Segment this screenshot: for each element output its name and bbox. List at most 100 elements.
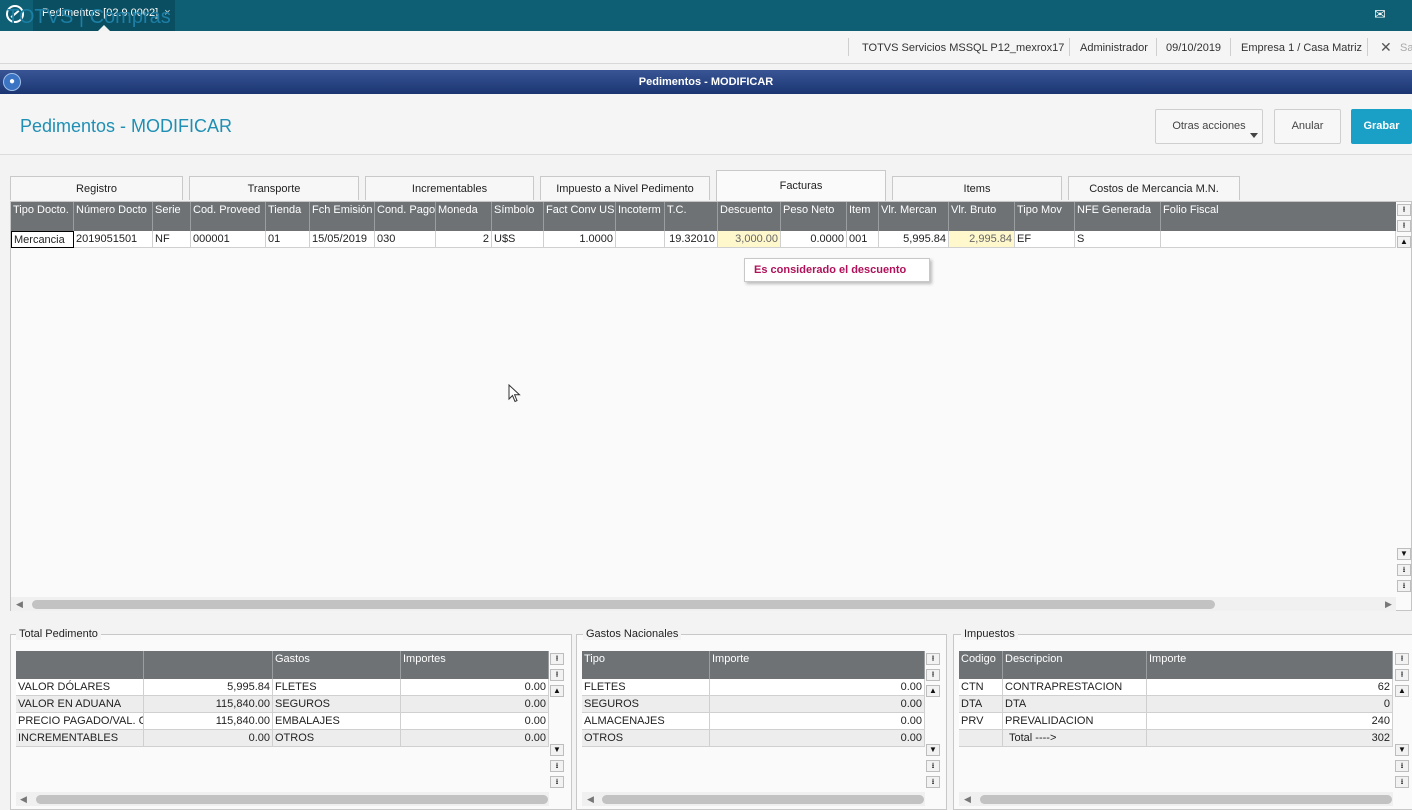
col-numero-docto[interactable]: Número Docto xyxy=(74,202,153,231)
tp-cell[interactable]: 0.00 xyxy=(401,696,549,713)
gn-cell[interactable]: OTROS xyxy=(582,730,710,747)
cell-folio-fiscal[interactable] xyxy=(1161,231,1396,248)
tp-cell[interactable]: 0.00 xyxy=(401,679,549,696)
col-peso-neto[interactable]: Peso Neto xyxy=(781,202,847,231)
gn-scroll-page-down-button[interactable]: ⭳ xyxy=(926,760,940,772)
cell-numero-docto[interactable]: 2019051501 xyxy=(74,231,153,248)
col-tipo-mov[interactable]: Tipo Mov xyxy=(1015,202,1075,231)
cell-incoterm[interactable] xyxy=(616,231,665,248)
cell-cod-proveed[interactable]: 000001 xyxy=(191,231,266,248)
scroll-page-down-button[interactable]: ⭳ xyxy=(1397,564,1411,576)
imp-cell[interactable] xyxy=(959,730,1003,747)
cell-serie[interactable]: NF xyxy=(153,231,191,248)
tp-scroll-left-icon[interactable]: ◀ xyxy=(20,794,27,805)
tp-cell[interactable]: EMBALAJES xyxy=(273,713,401,730)
gn-scroll-down-button[interactable]: ▼ xyxy=(926,744,940,756)
window-menu-icon[interactable]: ● xyxy=(3,73,21,91)
tp-cell[interactable]: OTROS xyxy=(273,730,401,747)
imp-scroll-left-icon[interactable]: ◀ xyxy=(964,794,971,805)
col-cod-proveed[interactable]: Cod. Proveed xyxy=(191,202,266,231)
grid-scroll-thumb[interactable] xyxy=(32,600,1215,609)
col-serie[interactable]: Serie xyxy=(153,202,191,231)
imp-scroll-up-button[interactable]: ▲ xyxy=(1395,685,1409,697)
tp-scroll-up-button[interactable]: ▲ xyxy=(550,685,564,697)
scroll-left-icon[interactable]: ◀ xyxy=(16,599,23,610)
grabar-button[interactable]: Grabar xyxy=(1351,109,1412,144)
scroll-up-button[interactable]: ▲ xyxy=(1397,236,1411,248)
imp-cell[interactable]: CONTRAPRESTACION xyxy=(1003,679,1147,696)
close-app-icon[interactable]: ✕ xyxy=(1380,39,1392,56)
tp-cell[interactable]: PRECIO PAGADO/VAL. C( xyxy=(16,713,144,730)
gn-cell[interactable]: ALMACENAJES xyxy=(582,713,710,730)
imp-scroll-page-up-button[interactable]: ⭱ xyxy=(1395,669,1409,681)
col-fch-emision[interactable]: Fch Emisión xyxy=(310,202,375,231)
gn-scroll-thumb[interactable] xyxy=(602,795,924,804)
imp-cell[interactable]: PREVALIDACION xyxy=(1003,713,1147,730)
col-tipo-docto[interactable]: Tipo Docto. xyxy=(11,202,74,231)
tp-cell[interactable]: VALOR EN ADUANA xyxy=(16,696,144,713)
tp-cell[interactable]: 0.00 xyxy=(401,730,549,747)
col-tc[interactable]: T.C. xyxy=(665,202,718,231)
imp-cell[interactable]: PRV xyxy=(959,713,1003,730)
tp-cell[interactable]: 5,995.84 xyxy=(144,679,273,696)
gn-cell[interactable]: 0.00 xyxy=(710,713,925,730)
gn-scroll-up-button[interactable]: ▲ xyxy=(926,685,940,697)
col-incoterm[interactable]: Incoterm xyxy=(616,202,665,231)
gn-scroll-top-button[interactable]: ⭱ xyxy=(926,653,940,665)
cell-peso-neto[interactable]: 0.0000 xyxy=(781,231,847,248)
gn-cell[interactable]: FLETES xyxy=(582,679,710,696)
cell-tipo-mov[interactable]: EF xyxy=(1015,231,1075,248)
otras-acciones-button[interactable]: Otras acciones xyxy=(1155,109,1263,144)
cell-moneda[interactable]: 2 xyxy=(436,231,492,248)
environment-label[interactable]: TOTVS Servicios MSSQL P12_mexrox17 xyxy=(862,42,1064,54)
gn-cell[interactable]: 0.00 xyxy=(710,679,925,696)
anular-button[interactable]: Anular xyxy=(1274,109,1341,144)
gn-cell[interactable]: 0.00 xyxy=(710,696,925,713)
col-fact-conv-us[interactable]: Fact Conv US xyxy=(544,202,616,231)
tp-scroll-page-up-button[interactable]: ⭱ xyxy=(550,669,564,681)
col-nfe-generada[interactable]: NFE Generada xyxy=(1075,202,1161,231)
tp-scroll-top-button[interactable]: ⭱ xyxy=(550,653,564,665)
tab-items[interactable]: Items xyxy=(892,176,1062,200)
col-cond-pago[interactable]: Cond. Pago xyxy=(375,202,436,231)
tp-scroll-thumb[interactable] xyxy=(36,795,548,804)
cell-fact-conv-us[interactable]: 1.0000 xyxy=(544,231,616,248)
gn-scroll-bottom-button[interactable]: ⭳ xyxy=(926,776,940,788)
imp-cell[interactable]: DTA xyxy=(959,696,1003,713)
scroll-bottom-button[interactable]: ⭳ xyxy=(1397,580,1411,592)
cell-item[interactable]: 001 xyxy=(847,231,879,248)
tp-cell[interactable]: INCREMENTABLES xyxy=(16,730,144,747)
col-tienda[interactable]: Tienda xyxy=(266,202,310,231)
cell-cond-pago[interactable]: 030 xyxy=(375,231,436,248)
cell-simbolo[interactable]: U$S xyxy=(492,231,544,248)
tp-cell[interactable]: VALOR DÓLARES xyxy=(16,679,144,696)
tp-cell[interactable]: 115,840.00 xyxy=(144,713,273,730)
imp-scroll-thumb[interactable] xyxy=(980,795,1392,804)
tp-cell[interactable]: FLETES xyxy=(273,679,401,696)
tp-cell[interactable]: SEGUROS xyxy=(273,696,401,713)
col-vlr-mercan[interactable]: Vlr. Mercan xyxy=(879,202,949,231)
cell-nfe-generada[interactable]: S xyxy=(1075,231,1161,248)
gn-scroll-left-icon[interactable]: ◀ xyxy=(587,794,594,805)
imp-scroll-page-down-button[interactable]: ⭳ xyxy=(1395,760,1409,772)
imp-cell[interactable]: DTA xyxy=(1003,696,1147,713)
gn-cell[interactable]: 0.00 xyxy=(710,730,925,747)
col-simbolo[interactable]: Símbolo xyxy=(492,202,544,231)
imp-scroll-bottom-button[interactable]: ⭳ xyxy=(1395,776,1409,788)
gn-scroll-page-up-button[interactable]: ⭱ xyxy=(926,669,940,681)
tab-facturas[interactable]: Facturas xyxy=(716,170,886,201)
tab-costos-mercancia[interactable]: Costos de Mercancia M.N. xyxy=(1068,176,1240,200)
user-label[interactable]: Administrador xyxy=(1080,42,1148,54)
mail-icon[interactable]: ✉ xyxy=(1365,0,1395,31)
tab-registro[interactable]: Registro xyxy=(10,176,183,200)
imp-cell[interactable]: 62 xyxy=(1147,679,1393,696)
date-label[interactable]: 09/10/2019 xyxy=(1166,42,1221,54)
scroll-down-button[interactable]: ▼ xyxy=(1397,548,1411,560)
scroll-page-up-button[interactable]: ⭱ xyxy=(1397,220,1411,232)
company-label[interactable]: Empresa 1 / Casa Matriz xyxy=(1241,42,1362,54)
tp-cell[interactable]: 115,840.00 xyxy=(144,696,273,713)
col-item[interactable]: Item xyxy=(847,202,879,231)
scroll-top-button[interactable]: ⭱ xyxy=(1397,204,1411,216)
tp-scroll-page-down-button[interactable]: ⭳ xyxy=(550,760,564,772)
cell-vlr-mercan[interactable]: 5,995.84 xyxy=(879,231,949,248)
